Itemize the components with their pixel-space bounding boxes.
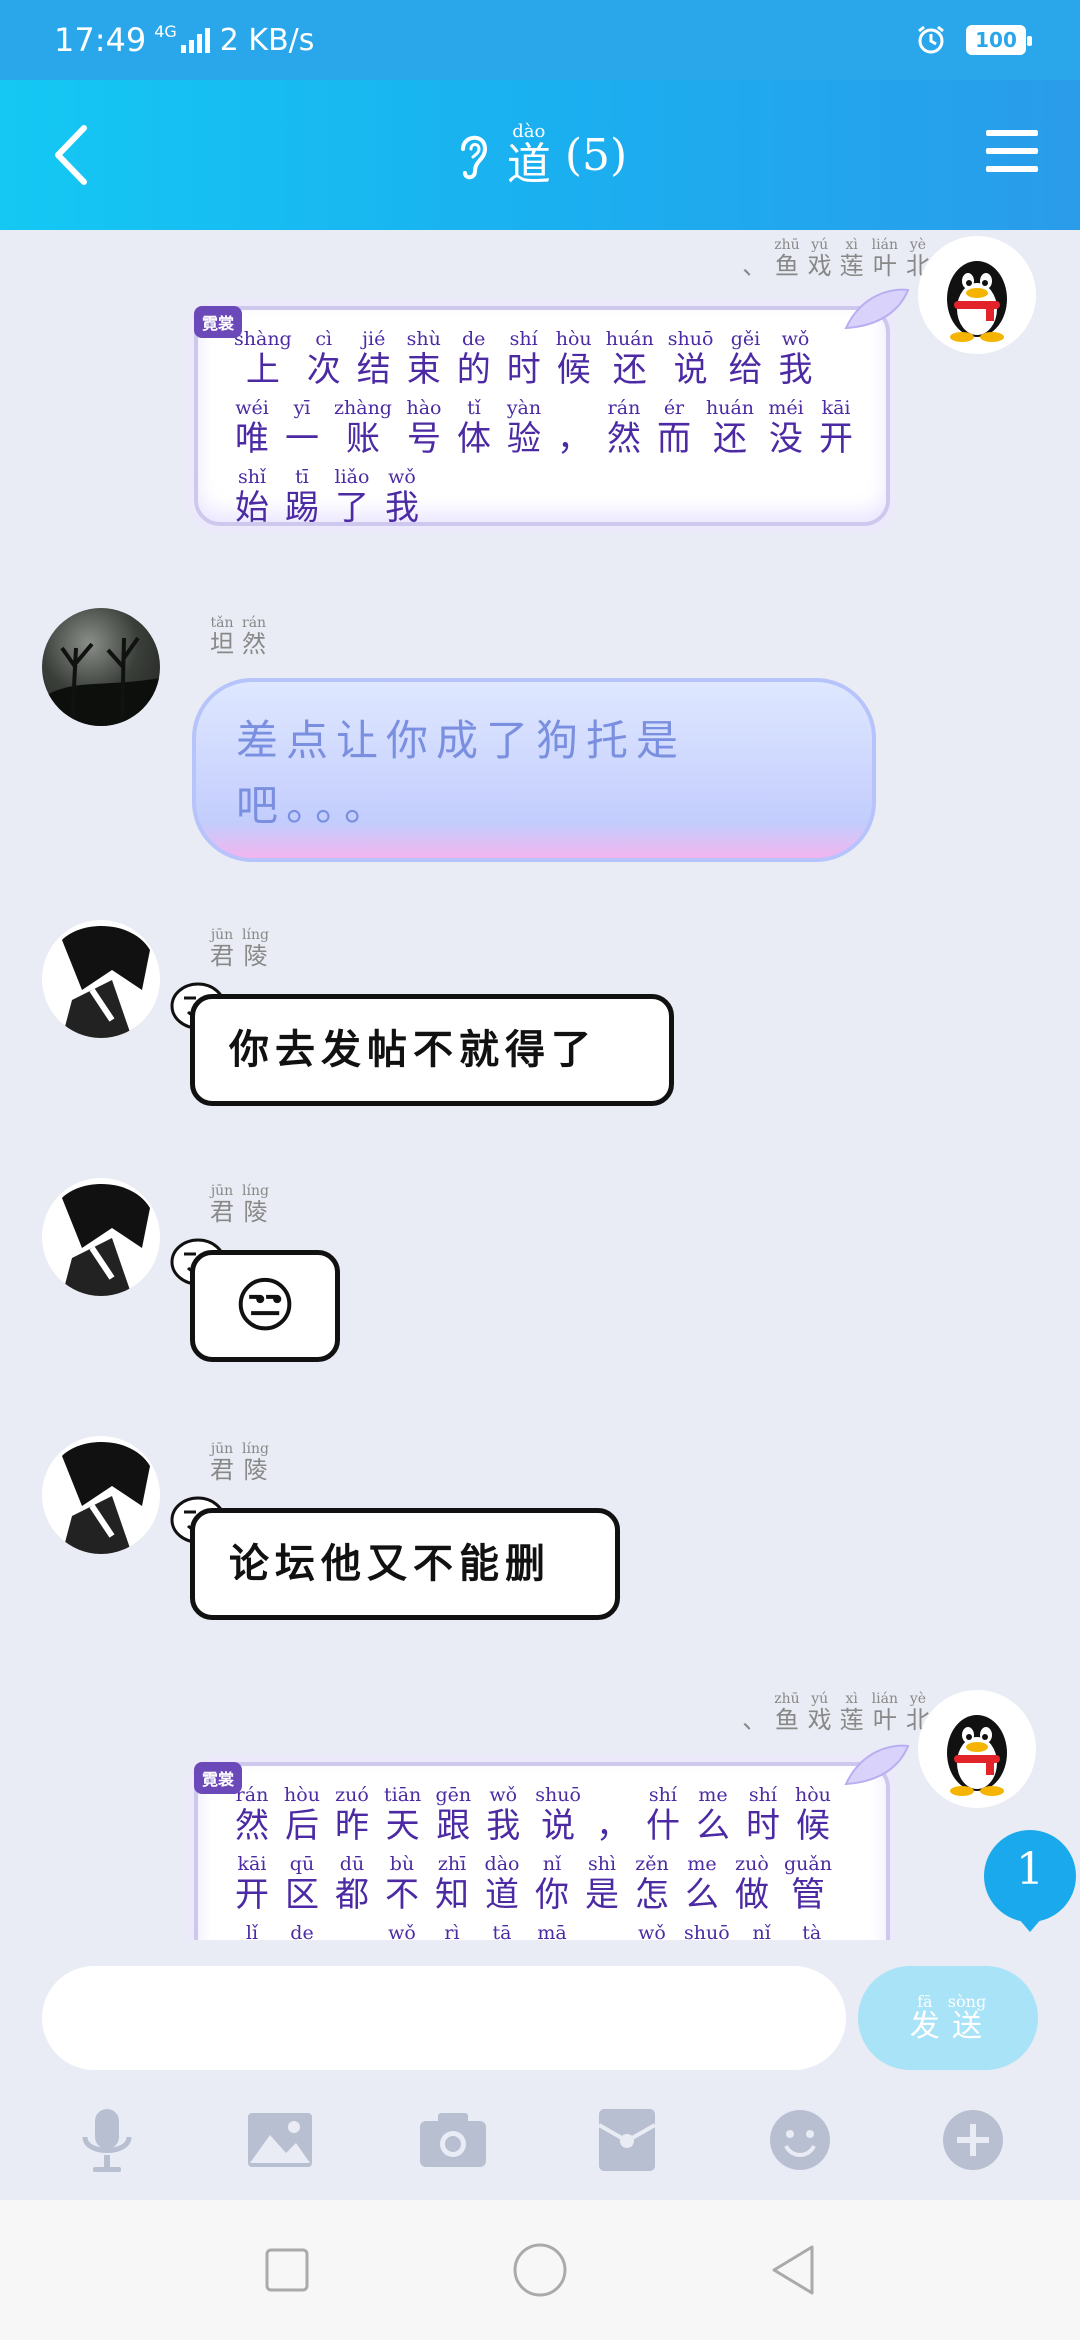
sender-name: jūn 君 líng 陵 (210, 1441, 269, 1484)
message-text: 你去发帖不就得了 (229, 1027, 597, 1073)
avatar[interactable] (42, 1178, 160, 1296)
chat-title-text: dào 道 (506, 121, 551, 190)
feather-decoration-icon (844, 288, 910, 330)
unamused-emoji-icon: 😒 (233, 1271, 297, 1341)
badge-tag: 霓裳 (194, 306, 243, 338)
avatar[interactable] (42, 1436, 160, 1554)
sender-name: jūn 君 líng 陵 (210, 927, 269, 970)
sender-name: 、 zhū 鱼 yú 戏 xì 莲 lián 叶 yè 北 (742, 1691, 930, 1734)
status-bar: 17:49 4G 2 KB/s 100 (0, 0, 1080, 80)
status-time: 17:49 (54, 21, 147, 59)
input-toolbar (0, 2080, 1080, 2200)
member-count: (5) (564, 129, 628, 181)
message-bubble[interactable]: 你去发帖不就得了 (190, 994, 674, 1106)
chat-header: dào 道 (5) (0, 80, 1080, 230)
penguin-icon (947, 261, 1007, 342)
penguin-icon (947, 1715, 1007, 1796)
avatar[interactable] (42, 920, 160, 1038)
back-icon[interactable] (758, 2235, 828, 2305)
microphone-icon[interactable] (67, 2100, 147, 2180)
message-text: rán 然 hòu 后 zuó 昨 tiān 天 gēn 跟 wǒ 我 shuō 说 ， sh… (235, 1784, 832, 1941)
input-bar: fā 发 sòng 送 (0, 1940, 1080, 2070)
send-button[interactable]: fā 发 sòng 送 (858, 1966, 1038, 2070)
unread-badge[interactable]: 1 (970, 1826, 1080, 1934)
image-icon[interactable] (240, 2100, 320, 2180)
unread-count: 1 (1016, 1844, 1044, 1895)
system-nav-bar (0, 2200, 1080, 2340)
network-speed: 2 KB/s (219, 22, 315, 58)
avatar-manga (62, 926, 150, 1038)
menu-icon[interactable] (984, 126, 1040, 176)
avatar-manga (62, 1442, 150, 1554)
message-bubble[interactable]: 论坛他又不能删 (190, 1508, 620, 1620)
feather-decoration-icon (844, 1744, 910, 1786)
message-text: 论坛他又不能删 (229, 1541, 551, 1587)
recent-apps-icon[interactable] (252, 2235, 322, 2305)
avatar-photo (42, 636, 160, 726)
emoji-icon[interactable] (760, 2100, 840, 2180)
sender-name: tǎn 坦 rán 然 (210, 615, 267, 658)
message-bubble[interactable]: 差点让你成了狗托是吧。。。 (192, 678, 876, 862)
camera-icon[interactable] (413, 2100, 493, 2180)
message-bubble[interactable]: 霓裳 shàng 上 cì 次 jié 结 shù 束 de 的 shí 时 hòu 候 hu… (194, 288, 910, 528)
message-text: shàng 上 cì 次 jié 结 shù 束 de 的 shí 时 hòu 候 huán 还… (234, 328, 854, 528)
sender-name: jūn 君 líng 陵 (210, 1183, 269, 1226)
battery-icon: 100 (966, 25, 1032, 55)
home-icon[interactable] (505, 2235, 575, 2305)
avatar-manga (62, 1184, 150, 1296)
sender-name: 、 zhū 鱼 yú 戏 xì 莲 lián 叶 yè 北 (742, 237, 930, 280)
badge-tag: 霓裳 (194, 1762, 243, 1794)
chat-title: dào 道 (5) (453, 123, 627, 187)
signal-icon (180, 27, 210, 53)
message-input[interactable] (42, 1966, 846, 2070)
back-arrow-icon[interactable] (44, 120, 104, 190)
message-list[interactable]: 、 zhū 鱼 yú 戏 xì 莲 lián 叶 yè 北 霓裳 shàng 上 cì 次 j… (0, 230, 1080, 1940)
message-bubble[interactable]: 霓裳 rán 然 hòu 后 zuó 昨 tiān 天 gēn 跟 wǒ 我 shuō 说 ，… (194, 1744, 910, 1941)
network-type: 4G (154, 22, 177, 41)
avatar[interactable] (918, 1690, 1036, 1808)
red-packet-icon[interactable] (587, 2100, 667, 2180)
plus-icon[interactable] (933, 2100, 1013, 2180)
avatar[interactable] (918, 236, 1036, 354)
message-text: 差点让你成了狗托是吧。。。 (236, 716, 687, 831)
alarm-icon (918, 25, 944, 54)
message-bubble[interactable]: 😒 (190, 1250, 340, 1362)
avatar[interactable] (42, 608, 160, 726)
ear-icon[interactable] (453, 127, 493, 183)
